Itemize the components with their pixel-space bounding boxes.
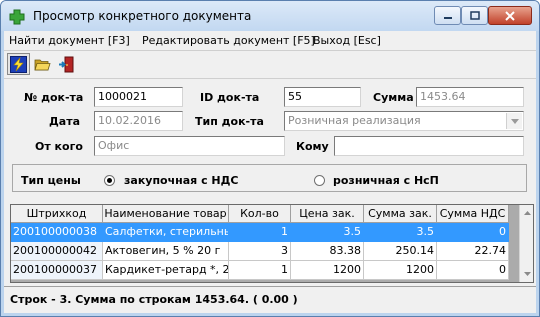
radio-retail-nsp-label[interactable]: розничная с НсП [333,174,439,187]
combobox-dropdown-button[interactable] [506,113,522,129]
cell-price: 83.38 [291,242,364,261]
menu-edit-document[interactable]: Редактировать документ [F5] [142,34,315,47]
column-header-sum[interactable]: Сумма зак. [364,205,437,223]
document-viewer-window: Просмотр конкретного документа Найти док… [0,0,540,317]
status-text: Строк - 3. Сумма по строкам 1453.64. ( 0… [10,293,298,306]
window-title: Просмотр конкретного документа [33,9,252,23]
sum-field[interactable]: 1453.64 [416,87,524,107]
close-button[interactable] [488,6,532,25]
column-header-price[interactable]: Цена зак. [291,205,364,223]
cell-name: Салфетки, стерильные [103,223,229,242]
scroll-up-button[interactable] [520,205,533,221]
price-type-group [12,164,527,192]
cell-barcode: 200100000037 [11,261,103,280]
table-row[interactable]: 200100000042 Актовегин, 5 % 20 г 3 83.38… [11,242,509,261]
cell-vat: 22.74 [437,242,509,261]
cell-qty: 1 [229,223,291,242]
cell-sum: 1200 [364,261,437,280]
radio-retail-nsp[interactable] [314,175,325,186]
document-form: № док-та 1000021 ID док-та 55 Сумма 1453… [4,79,536,286]
vertical-scrollbar[interactable] [519,205,533,282]
exit-door-icon [59,56,74,72]
from-label: От кого [35,140,83,153]
minimize-button[interactable] [434,6,461,25]
title-bar[interactable]: Просмотр конкретного документа [1,1,539,31]
chevron-up-icon [524,211,531,215]
column-header-vat[interactable]: Сумма НДС [437,205,509,223]
doc-id-field[interactable]: 55 [284,87,361,107]
lightning-button[interactable] [7,53,30,75]
close-icon [505,10,515,21]
lightning-icon [10,55,27,73]
cell-vat: 0 [437,223,509,242]
menu-find-document[interactable]: Найти документ [F3] [9,34,130,47]
minimize-icon [443,16,452,19]
cell-sum: 250.14 [364,242,437,261]
cell-qty: 1 [229,261,291,280]
to-field[interactable] [334,136,524,156]
scroll-down-button[interactable] [520,266,533,282]
doc-type-label: Тип док-та [195,115,264,128]
cell-vat: 0 [437,261,509,280]
open-folder-button[interactable] [31,53,54,75]
date-label: Дата [49,115,81,128]
column-header-name[interactable]: Наименование товар [103,205,229,223]
green-cross-icon [9,9,25,25]
maximize-icon [469,11,480,20]
column-header-qty[interactable]: Кол-во [229,205,291,223]
date-field[interactable]: 10.02.2016 [94,111,183,131]
items-grid[interactable]: Штрихкод Наименование товар Кол-во Цена … [10,204,534,283]
cell-name: Актовегин, 5 % 20 г [103,242,229,261]
cell-barcode: 200100000042 [11,242,103,261]
cell-sum: 3.5 [364,223,437,242]
doc-type-value: Розничная реализация [288,114,421,127]
doc-no-label: № док-та [24,91,84,104]
chevron-down-icon [524,272,531,276]
doc-type-combobox[interactable]: Розничная реализация [284,111,524,131]
table-row[interactable]: 200100000037 Кардикет-ретард *, 2 1 1200… [11,261,509,280]
exit-button[interactable] [55,53,78,75]
chevron-down-icon [510,118,519,124]
column-header-barcode[interactable]: Штрихкод [11,205,103,223]
menu-bar: Найти документ [F3] Редактировать докуме… [4,31,536,51]
to-label: Кому [296,140,329,153]
cell-price: 3.5 [291,223,364,242]
cell-qty: 3 [229,242,291,261]
maximize-button[interactable] [461,6,488,25]
menu-exit[interactable]: Выход [Esc] [313,34,381,47]
radio-purchase-vat[interactable] [104,175,115,186]
open-folder-icon [34,59,51,70]
cell-name: Кардикет-ретард *, 2 [103,261,229,280]
table-row[interactable]: 200100000038 Салфетки, стерильные 1 3.5 … [11,223,509,242]
doc-no-field[interactable]: 1000021 [94,87,183,107]
doc-id-label: ID док-та [200,91,260,104]
toolbar [4,51,536,79]
status-bar: Строк - 3. Сумма по строкам 1453.64. ( 0… [4,286,536,313]
radio-purchase-vat-label[interactable]: закупочная с НДС [124,174,239,187]
cell-price: 1200 [291,261,364,280]
sum-label: Сумма [373,91,414,104]
from-field[interactable]: Офис [94,136,285,156]
cell-barcode: 200100000038 [11,223,103,242]
